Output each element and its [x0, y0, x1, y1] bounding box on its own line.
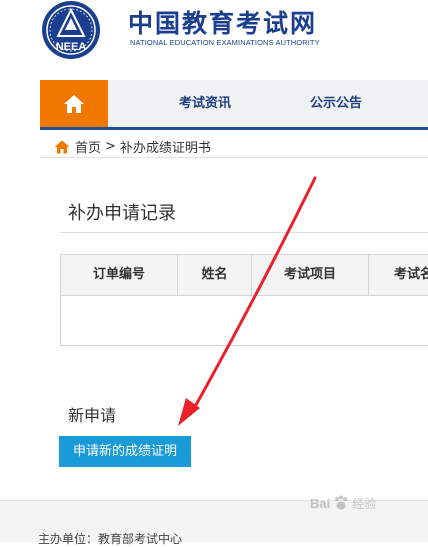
- site-subtitle: NATIONAL EDUCATION EXAMINATIONS AUTHORIT…: [130, 38, 320, 47]
- arrow-head: [178, 398, 200, 426]
- home-icon: [64, 94, 84, 113]
- column-header-order-id: 订单编号: [61, 255, 178, 295]
- new-request-title: 新申请: [68, 406, 117, 425]
- home-icon: [54, 140, 70, 153]
- watermark-brand: Bai: [310, 495, 331, 511]
- column-header-name: 姓名: [178, 255, 252, 295]
- table-body-empty: [61, 296, 428, 345]
- nav-home-tab[interactable]: [40, 80, 108, 127]
- site-title: 中国教育考试网: [128, 9, 318, 38]
- apply-new-certificate-button[interactable]: 申请新的成绩证明: [59, 436, 191, 467]
- main-nav: 考试资讯 公示公告: [40, 80, 428, 130]
- nav-item-exam-news[interactable]: 考试资讯: [179, 80, 231, 127]
- footer-organizer-text: 主办单位：教育部考试中心: [38, 532, 183, 546]
- records-title-underline: [60, 232, 428, 233]
- nav-item-announcements[interactable]: 公示公告: [310, 80, 362, 127]
- neea-logo[interactable]: NEEA: [38, 0, 104, 60]
- breadcrumb-current: 补办成绩证明书: [119, 141, 211, 156]
- breadcrumb: 首页 > 补办成绩证明书: [54, 137, 211, 156]
- breadcrumb-separator: >: [105, 139, 116, 154]
- site-header: NEEA 中国教育考试网 NATIONAL EDUCATION EXAMINAT…: [0, 0, 428, 80]
- column-header-exam-name: 考试名: [369, 255, 428, 295]
- table-header-row: 订单编号 姓名 考试项目 考试名: [61, 255, 428, 296]
- paw-icon: [335, 495, 348, 510]
- column-header-exam-item: 考试项目: [252, 255, 369, 295]
- records-title: 补办申请记录: [68, 203, 176, 224]
- watermark-suffix: 经验: [352, 496, 377, 511]
- logo-text: NEEA: [56, 41, 87, 53]
- breadcrumb-divider: [40, 157, 428, 158]
- breadcrumb-home-link[interactable]: 首页: [75, 137, 101, 156]
- baidu-jingyan-watermark: Bai 经验: [310, 494, 376, 512]
- records-table: 订单编号 姓名 考试项目 考试名: [60, 254, 428, 346]
